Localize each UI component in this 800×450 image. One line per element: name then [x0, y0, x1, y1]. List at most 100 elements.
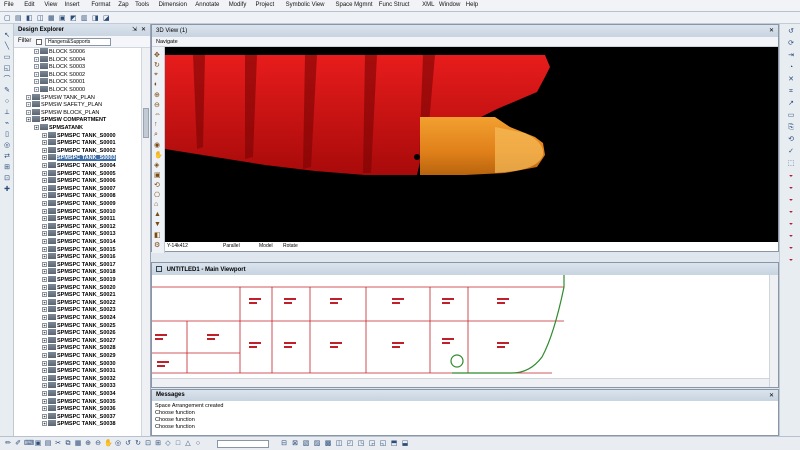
tree-item[interactable]: + SPMSPC TANK_S0031 — [42, 367, 116, 374]
tree-item[interactable]: + SPMSPC TANK_S0005 — [42, 169, 116, 177]
expand-toggle-icon[interactable]: + — [42, 132, 47, 138]
expand-toggle-icon[interactable]: + — [34, 64, 39, 70]
tree-item[interactable]: + SPMSPC TANK_S0016 — [42, 253, 116, 260]
expand-toggle-icon[interactable]: + — [42, 330, 47, 336]
bottom-tool-4-icon[interactable]: ▣ — [34, 440, 42, 448]
draw-tool-6-icon[interactable]: ✎ — [2, 87, 12, 95]
tree-scroll-thumb[interactable] — [143, 108, 149, 138]
menu-item-window[interactable]: Window — [439, 2, 460, 8]
bottom-tool-22-icon[interactable]: ⊠ — [291, 440, 299, 448]
right-tool-20-icon[interactable]: ◒ — [786, 256, 796, 264]
draw-tool-7-icon[interactable]: ○ — [2, 98, 12, 106]
tree-item[interactable]: + SPMSPC TANK_S0020 — [42, 283, 116, 291]
tree-item[interactable]: + SPMSPC TANK_S0021 — [42, 291, 116, 298]
cut-icon[interactable]: ▦ — [48, 14, 55, 22]
bottom-tool-19-icon[interactable]: △ — [184, 440, 192, 448]
expand-toggle-icon[interactable]: + — [42, 345, 47, 351]
expand-toggle-icon[interactable]: + — [42, 246, 47, 252]
filter-dropdown[interactable]: Hangers&Supports — [45, 38, 111, 46]
style-dropdown[interactable] — [217, 440, 269, 448]
tree-item[interactable]: + SPMSPC TANK_S0034 — [42, 390, 116, 397]
undo-icon[interactable]: ▥ — [81, 14, 88, 22]
expand-toggle-icon[interactable]: + — [42, 140, 47, 146]
bottom-tool-8-icon[interactable]: ▦ — [74, 440, 82, 448]
view-tool-7-icon[interactable]: ⇔ — [154, 111, 161, 118]
expand-toggle-icon[interactable]: + — [34, 87, 39, 92]
expand-toggle-icon[interactable]: + — [26, 117, 31, 123]
tree-item[interactable]: + SPMSPC TANK_S0032 — [42, 374, 116, 382]
expand-toggle-icon[interactable]: + — [42, 284, 47, 290]
tree-item[interactable]: + SPMSW BLOCK_PLAN — [26, 108, 99, 116]
view-tool-19-icon[interactable]: ◧ — [154, 231, 161, 239]
close-icon[interactable]: ✕ — [769, 27, 774, 34]
menu-item-edit[interactable]: Edit — [24, 2, 34, 8]
expand-toggle-icon[interactable]: + — [42, 391, 47, 396]
tree-item[interactable]: + SPMSPC TANK_S0003 — [42, 154, 116, 162]
menu-item-zap[interactable]: Zap — [118, 2, 128, 8]
right-tool-1-icon[interactable]: ↺ — [786, 28, 796, 36]
tree-item[interactable]: + SPMSPC TANK_S0011 — [42, 215, 115, 222]
draw-tool-2-icon[interactable]: ╲ — [2, 43, 12, 51]
right-tool-16-icon[interactable]: ◒ — [786, 208, 796, 216]
expand-toggle-icon[interactable]: + — [42, 239, 47, 244]
expand-toggle-icon[interactable]: + — [42, 360, 47, 366]
tree-item[interactable]: + SPMSPC TANK_S0014 — [42, 238, 116, 245]
tree-item[interactable]: + SPMSPC TANK_S0001 — [42, 139, 116, 146]
right-tool-8-icon[interactable]: ▭ — [786, 112, 796, 120]
view-tool-9-icon[interactable]: ⌕ — [154, 131, 158, 139]
view-tool-15-icon[interactable]: ⎔ — [154, 191, 160, 199]
expand-toggle-icon[interactable]: + — [42, 421, 47, 427]
expand-toggle-icon[interactable]: + — [42, 155, 47, 161]
right-tool-14-icon[interactable]: ◒ — [786, 184, 796, 192]
tree-item[interactable]: + SPMSW SAFETY_PLAN — [26, 101, 102, 108]
draw-tool-8-icon[interactable]: ⟂ — [2, 109, 12, 117]
menu-item-tools[interactable]: Tools — [135, 2, 149, 8]
tree-item[interactable]: + SPMSPC TANK_S0012 — [42, 222, 116, 230]
menu-item-space-mgmnt[interactable]: Space Mgmnt — [336, 2, 373, 8]
tree-item[interactable]: + BLOCK S0001 — [34, 78, 85, 85]
bottom-tool-26-icon[interactable]: ◫ — [335, 440, 343, 448]
expand-toggle-icon[interactable]: + — [42, 406, 47, 412]
tree-item[interactable]: + SPMSPC TANK_S0015 — [42, 245, 116, 253]
menu-item-view[interactable]: View — [44, 2, 57, 8]
menu-item-insert[interactable]: Insert — [65, 2, 80, 8]
close-icon[interactable]: ✕ — [141, 26, 146, 33]
expand-toggle-icon[interactable]: + — [42, 216, 47, 222]
expand-toggle-icon[interactable]: + — [42, 163, 47, 168]
right-tool-4-icon[interactable]: ◔ — [786, 64, 796, 72]
tree-item[interactable]: + SPMSPC TANK_S0025 — [42, 321, 116, 329]
menu-item-symbolic-view[interactable]: Symbolic View — [286, 2, 325, 8]
view-tool-4-icon[interactable]: ◐ — [154, 81, 158, 88]
expand-toggle-icon[interactable]: + — [42, 322, 47, 328]
expand-toggle-icon[interactable]: + — [42, 292, 47, 298]
view-tool-12-icon[interactable]: ◈ — [154, 161, 159, 169]
expand-toggle-icon[interactable]: + — [34, 49, 39, 54]
menu-item-project[interactable]: Project — [256, 2, 275, 8]
close-icon[interactable]: ✕ — [769, 392, 774, 399]
bottom-tool-13-icon[interactable]: ↺ — [124, 440, 132, 448]
expand-toggle-icon[interactable]: + — [34, 56, 39, 62]
draw-tool-4-icon[interactable]: ◱ — [2, 65, 12, 73]
save-icon[interactable]: ◧ — [26, 14, 33, 22]
draw-tool-10-icon[interactable]: ▯ — [2, 131, 12, 139]
draw-tool-5-icon[interactable]: ⌒ — [2, 76, 12, 84]
tree-item[interactable]: + BLOCK S0006 — [34, 48, 85, 55]
tree-item[interactable]: + SPMSPC TANK_S0013 — [42, 230, 116, 237]
menu-item-modify[interactable]: Modify — [229, 2, 247, 8]
menu-item-format[interactable]: Format — [91, 2, 110, 8]
view-tool-10-icon[interactable]: ◉ — [154, 141, 160, 149]
right-tool-6-icon[interactable]: ⌗ — [786, 88, 796, 96]
bottom-tool-3-icon[interactable]: ⌨ — [24, 440, 34, 448]
tree-item[interactable]: + BLOCK S0004 — [34, 55, 85, 63]
expand-toggle-icon[interactable]: + — [42, 261, 47, 267]
tree-item[interactable]: + SPMSPC TANK_S0038 — [42, 420, 116, 427]
bottom-tool-17-icon[interactable]: ◇ — [164, 440, 172, 448]
expand-toggle-icon[interactable]: + — [42, 223, 47, 229]
expand-toggle-icon[interactable]: + — [34, 79, 39, 85]
bottom-tool-21-icon[interactable]: ⊟ — [280, 440, 288, 448]
right-tool-15-icon[interactable]: ◒ — [786, 196, 796, 204]
bottom-tool-31-icon[interactable]: ⬒ — [390, 440, 398, 448]
expand-toggle-icon[interactable]: + — [42, 315, 47, 320]
tree-item[interactable]: + SPMSPC TANK_S0027 — [42, 336, 116, 344]
view-tool-13-icon[interactable]: ▣ — [154, 171, 161, 179]
